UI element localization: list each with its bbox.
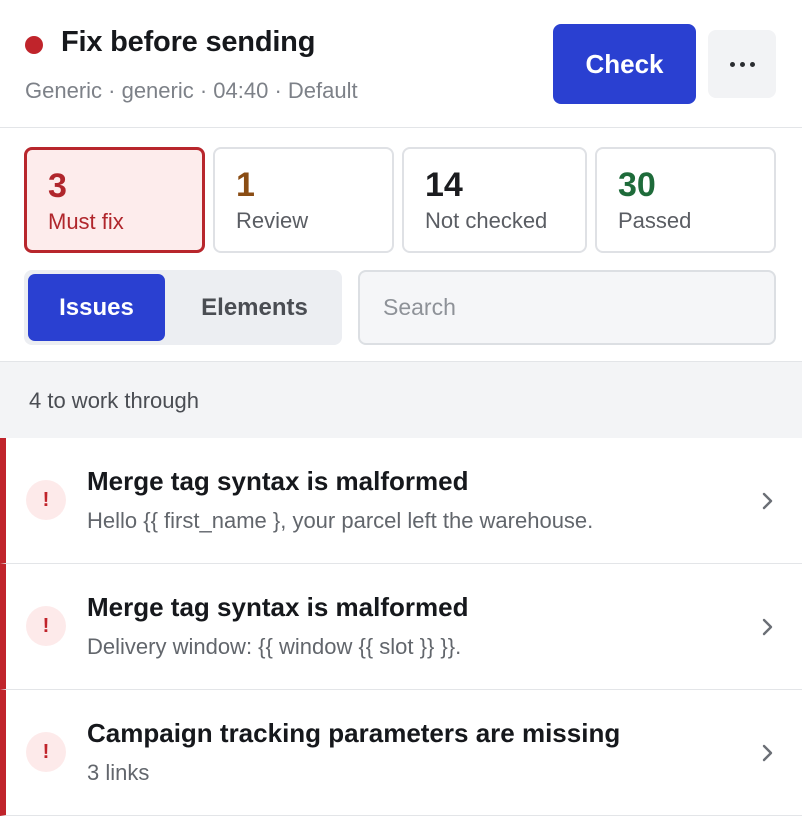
issue-count-bar: 4 to work through	[0, 361, 802, 439]
chevron-right-icon	[762, 618, 773, 636]
issue-count-label: 4 to work through	[29, 388, 199, 413]
stat-count: 30	[618, 166, 656, 204]
issue-title: Campaign tracking parameters are missing	[87, 718, 621, 748]
list-item[interactable]: ! Campaign tracking parameters are missi…	[0, 690, 802, 816]
stat-label: Passed	[618, 208, 692, 233]
error-icon: !	[26, 606, 66, 646]
stat-label: Must fix	[48, 209, 124, 234]
stat-passed[interactable]: 30 Passed	[595, 147, 776, 253]
page-subtitle: Generic · generic · 04:40 · Default	[25, 78, 358, 103]
stat-review[interactable]: 1 Review	[213, 147, 394, 253]
chevron-right-icon	[762, 744, 773, 762]
error-icon: !	[26, 732, 66, 772]
issue-title: Merge tag syntax is malformed	[87, 466, 469, 496]
issue-title: Merge tag syntax is malformed	[87, 592, 469, 622]
view-toggle: Issues Elements	[24, 270, 342, 345]
error-icon: !	[26, 480, 66, 520]
stat-must-fix[interactable]: 3 Must fix	[24, 147, 205, 253]
check-button[interactable]: Check	[553, 24, 696, 104]
stat-not-checked[interactable]: 14 Not checked	[402, 147, 587, 253]
stat-count: 14	[425, 166, 463, 204]
stat-count: 3	[48, 167, 67, 205]
page-title: Fix before sending	[61, 26, 316, 58]
tab-elements[interactable]: Elements	[171, 274, 338, 341]
list-item[interactable]: ! Merge tag syntax is malformed Delivery…	[0, 564, 802, 690]
issue-description: Hello {{ first_name }, your parcel left …	[87, 508, 594, 533]
more-options-button[interactable]	[708, 30, 776, 98]
stat-label: Review	[236, 208, 309, 233]
stat-count: 1	[236, 166, 255, 204]
ellipsis-icon	[729, 61, 735, 67]
status-dot-icon	[25, 36, 43, 54]
chevron-right-icon	[762, 492, 773, 510]
stat-label: Not checked	[425, 208, 548, 233]
search-input[interactable]	[358, 270, 776, 345]
list-item[interactable]: ! Merge tag syntax is malformed Hello {{…	[0, 438, 802, 564]
issue-description: Delivery window: {{ window {{ slot }} }}…	[87, 634, 462, 659]
header: Fix before sending Generic · generic · 0…	[0, 0, 802, 128]
tab-issues[interactable]: Issues	[28, 274, 165, 341]
issue-description: 3 links	[87, 760, 150, 785]
